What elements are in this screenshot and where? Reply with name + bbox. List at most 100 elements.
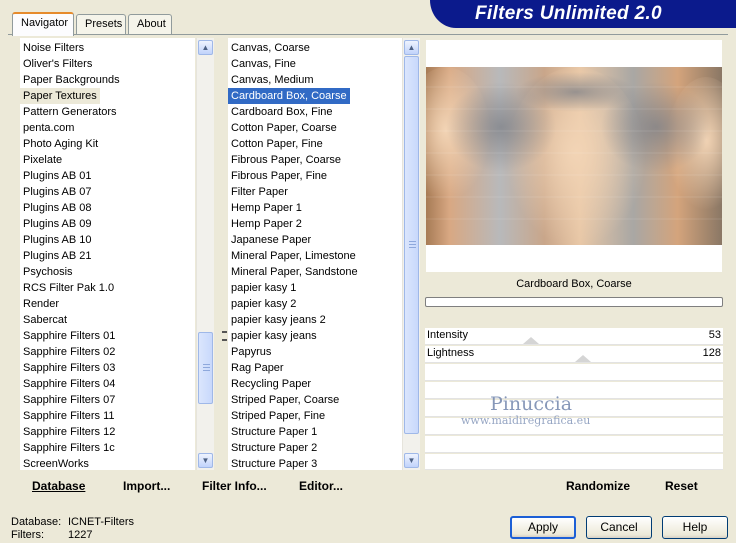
list-item[interactable]: Plugins AB 01 <box>20 168 95 184</box>
list-item[interactable]: Hemp Paper 1 <box>228 200 305 216</box>
list-item[interactable]: Structure Paper 1 <box>228 424 320 440</box>
reset-button[interactable]: Reset <box>665 479 698 493</box>
tab-about[interactable]: About <box>128 14 172 34</box>
list-item[interactable]: papier kasy jeans 2 <box>228 312 329 328</box>
scroll-up-icon[interactable]: ▲ <box>198 40 213 55</box>
list-item[interactable]: Structure Paper 2 <box>228 440 320 456</box>
param-value: 53 <box>708 329 721 341</box>
tab-presets[interactable]: Presets <box>76 14 126 34</box>
help-button[interactable]: Help <box>662 516 728 539</box>
cancel-button[interactable]: Cancel <box>586 516 652 539</box>
splitter-grip-icon[interactable] <box>222 331 227 341</box>
list-item[interactable]: Paper Textures <box>20 88 100 104</box>
list-item[interactable]: Mineral Paper, Limestone <box>228 248 359 264</box>
list-item[interactable]: Plugins AB 09 <box>20 216 95 232</box>
list-item[interactable]: Plugins AB 21 <box>20 248 95 264</box>
scroll-down-icon[interactable]: ▼ <box>404 453 419 468</box>
list-item[interactable]: Sabercat <box>20 312 70 328</box>
list-item[interactable]: Pixelate <box>20 152 65 168</box>
tab-label: About <box>137 18 166 30</box>
list-item[interactable]: Structure Paper 3 <box>228 456 320 470</box>
list-item[interactable]: Plugins AB 07 <box>20 184 95 200</box>
scroll-up-icon[interactable]: ▲ <box>404 40 419 55</box>
list-item[interactable]: Japanese Paper <box>228 232 314 248</box>
database-value: ICNET-Filters <box>68 516 134 528</box>
list-item[interactable]: Filter Paper <box>228 184 291 200</box>
list-item[interactable]: Sapphire Filters 07 <box>20 392 118 408</box>
list-item[interactable]: papier kasy 1 <box>228 280 299 296</box>
preview-texture <box>426 67 722 245</box>
list-item[interactable]: Paper Backgrounds <box>20 72 123 88</box>
list-item[interactable]: Canvas, Fine <box>228 56 299 72</box>
param-label: Lightness <box>427 347 475 359</box>
list-item[interactable]: Sapphire Filters 11 <box>20 408 118 424</box>
list-item[interactable]: Sapphire Filters 01 <box>20 328 118 344</box>
watermark-url: www.maidiregrafica.eu <box>461 414 591 427</box>
filter-info-button[interactable]: Filter Info... <box>202 479 267 493</box>
category-list[interactable]: Noise Filters Oliver's Filters Paper Backg… <box>20 38 195 470</box>
filter-scrollbar[interactable]: ▲ ▼ <box>402 38 420 470</box>
editor-button[interactable]: Editor... <box>299 479 343 493</box>
list-item[interactable]: Psychosis <box>20 264 76 280</box>
apply-button[interactable]: Apply <box>510 516 576 539</box>
list-item[interactable]: Hemp Paper 2 <box>228 216 305 232</box>
list-item[interactable]: Cotton Paper, Coarse <box>228 120 340 136</box>
list-item[interactable]: Rag Paper <box>228 360 287 376</box>
list-item[interactable]: Fibrous Paper, Coarse <box>228 152 344 168</box>
list-item[interactable]: Cardboard Box, Fine <box>228 104 336 120</box>
list-item[interactable]: Canvas, Medium <box>228 72 317 88</box>
list-item[interactable]: Render <box>20 296 62 312</box>
database-button[interactable]: Database <box>32 479 85 493</box>
param-empty <box>425 454 723 470</box>
list-item[interactable]: Fibrous Paper, Fine <box>228 168 330 184</box>
slider-marker-icon[interactable] <box>522 337 539 344</box>
list-item[interactable]: Cotton Paper, Fine <box>228 136 326 152</box>
list-item[interactable]: Photo Aging Kit <box>20 136 101 152</box>
list-item[interactable]: Mineral Paper, Sandstone <box>228 264 361 280</box>
list-item[interactable]: Striped Paper, Coarse <box>228 392 342 408</box>
slider-marker-icon[interactable] <box>575 355 591 362</box>
filters-count-label: Filters: <box>11 529 44 541</box>
list-item[interactable]: Canvas, Coarse <box>228 40 313 56</box>
progress-bar <box>425 297 723 307</box>
category-scrollbar[interactable]: ▲ ▼ <box>196 38 214 470</box>
list-item[interactable]: Sapphire Filters 02 <box>20 344 118 360</box>
scroll-thumb[interactable] <box>404 56 419 434</box>
list-item[interactable]: Sapphire Filters 03 <box>20 360 118 376</box>
list-item[interactable]: Sapphire Filters 1c <box>20 440 118 456</box>
param-lightness[interactable]: Lightness 128 <box>425 346 723 363</box>
list-item[interactable]: Plugins AB 08 <box>20 200 95 216</box>
list-item[interactable]: Striped Paper, Fine <box>228 408 328 424</box>
list-item[interactable]: papier kasy jeans <box>228 328 320 344</box>
param-intensity[interactable]: Intensity 53 <box>425 328 723 345</box>
list-item[interactable]: Papyrus <box>228 344 274 360</box>
filter-name-label: Cardboard Box, Coarse <box>424 273 724 295</box>
list-item[interactable]: Pattern Generators <box>20 104 120 120</box>
filters-count-value: 1227 <box>68 529 93 541</box>
tab-navigator[interactable]: Navigator <box>12 12 74 36</box>
import-button[interactable]: Import... <box>123 479 170 493</box>
param-label: Intensity <box>427 329 468 341</box>
list-item[interactable]: penta.com <box>20 120 77 136</box>
param-value: 128 <box>702 347 721 359</box>
scroll-thumb[interactable] <box>198 332 213 404</box>
param-empty <box>425 364 723 381</box>
preview-image[interactable] <box>426 67 722 245</box>
list-item[interactable]: Recycling Paper <box>228 376 314 392</box>
list-item[interactable]: RCS Filter Pak 1.0 <box>20 280 117 296</box>
tab-label: Presets <box>85 18 123 30</box>
list-item[interactable]: Noise Filters <box>20 40 87 56</box>
tab-label: Navigator <box>21 17 69 29</box>
scroll-down-icon[interactable]: ▼ <box>198 453 213 468</box>
list-item[interactable]: papier kasy 2 <box>228 296 299 312</box>
app-title: Filters Unlimited 2.0 <box>475 3 662 24</box>
database-label: Database: <box>11 516 62 528</box>
list-item[interactable]: Plugins AB 10 <box>20 232 95 248</box>
randomize-button[interactable]: Randomize <box>566 479 630 493</box>
list-item[interactable]: Oliver's Filters <box>20 56 95 72</box>
filter-list[interactable]: Canvas, Coarse Canvas, Fine Canvas, Medium… <box>228 38 402 470</box>
list-item[interactable]: Sapphire Filters 04 <box>20 376 118 392</box>
list-item[interactable]: Cardboard Box, Coarse <box>228 88 350 104</box>
list-item[interactable]: Sapphire Filters 12 <box>20 424 118 440</box>
list-item[interactable]: ScreenWorks <box>20 456 92 470</box>
